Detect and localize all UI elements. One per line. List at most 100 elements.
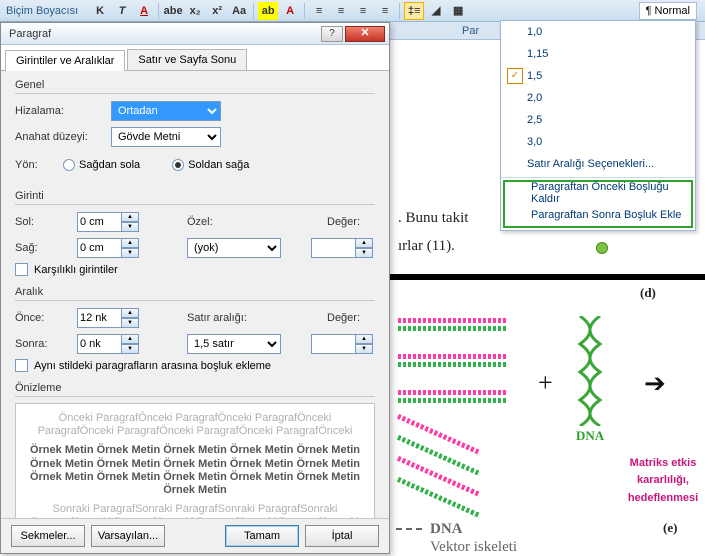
legend-preview: Önizleme [15,382,65,396]
doc-text-line1: . Bunu takit [398,210,468,227]
spacing-2-5[interactable]: 2,5 [501,109,695,131]
underline-button[interactable]: A [134,2,154,20]
align-right-button[interactable]: ≡ [353,2,373,20]
highlight-button[interactable]: ab [258,2,278,20]
dialog-title: Paragraf [9,28,51,40]
stripe [398,362,506,367]
indent-right-spin[interactable]: ▲▼ [77,238,141,258]
spacing-3-0[interactable]: 3,0 [501,131,695,153]
group-spacing: Aralık Önce: ▲▼ Satır aralığı: Değer: So… [15,286,375,372]
ok-button[interactable]: Tamam [225,525,299,547]
dir-label: Yön: [15,159,55,171]
dialog-titlebar[interactable]: Paragraf ? ✕ [1,23,389,45]
spacing-after-spin[interactable]: ▲▼ [77,334,141,354]
spacing-1-15[interactable]: 1,15 [501,43,695,65]
outline-label: Anahat düzeyi: [15,131,103,143]
dir-ltr-radio[interactable]: Soldan sağa [172,159,249,171]
group-general: Genel Hizalama: Ortadan Anahat düzeyi: G… [15,79,375,180]
spacing-before-label: Önce: [15,312,69,324]
dna-label: DNA [576,428,604,444]
indent-by-label: Değer: [327,216,375,228]
stripe [398,398,506,403]
cancel-button[interactable]: İptal [305,525,379,547]
stripe [398,318,506,323]
tab-breaks[interactable]: Satır ve Sayfa Sonu [127,49,247,70]
stripe [397,435,481,476]
case-button[interactable]: Aa [229,2,249,20]
legend-vector: Vektor iskeleti [430,539,517,556]
tab-indents[interactable]: Girintiler ve Aralıklar [5,50,125,71]
stripe [397,477,481,518]
subscript-button[interactable]: x₂ [185,2,205,20]
stripe [398,354,506,359]
borders-button[interactable]: ▦ [448,2,468,20]
indent-left-label: Sol: [15,216,69,228]
align-center-button[interactable]: ≡ [331,2,351,20]
legend-indent: Girinti [15,190,48,204]
dir-rtl-radio[interactable]: Sağdan sola [63,159,140,171]
style-normal[interactable]: ¶ Normal [639,2,697,20]
italic-button[interactable]: T [112,2,132,20]
stripe [397,456,481,497]
object-handle[interactable] [596,242,608,254]
align-left-button[interactable]: ≡ [309,2,329,20]
help-button[interactable]: ? [321,26,343,42]
dna-helix-icon [576,316,604,426]
indent-special-select[interactable]: (yok) [187,238,281,258]
legend-spacing: Aralık [15,286,47,300]
dialog-footer: Sekmeler... Varsayılan... Tamam İptal [1,518,389,553]
arrow-right-icon: ➔ [644,368,666,399]
spacing-1-0[interactable]: 1,0 [501,21,695,43]
remove-space-before[interactable]: Paragraftan Önceki Boşluğu Kaldır [505,182,691,204]
close-button[interactable]: ✕ [345,26,385,42]
bold-button[interactable]: K [90,2,110,20]
add-space-after[interactable]: Paragraftan Sonra Boşluk Ekle [505,204,691,226]
shading-button[interactable]: ◢ [426,2,446,20]
font-color-button[interactable]: A [280,2,300,20]
stripe [398,390,506,395]
outline-select[interactable]: Gövde Metni [111,127,221,147]
indent-left-spin[interactable]: ▲▼ [77,212,141,232]
align-select[interactable]: Ortadan [111,101,221,121]
spacing-before-spin[interactable]: ▲▼ [77,308,141,328]
indent-special-label: Özel: [187,216,261,228]
plus-icon: + [538,368,553,398]
group-preview: Önizleme Önceki ParagrafÖnceki ParagrafÖ… [15,382,375,518]
spacing-at-spin[interactable]: ▲▼ [311,334,375,354]
spacing-at-label: Değer: [327,312,375,324]
mirror-indent-check[interactable]: Karşılıklı girintiler [15,263,375,276]
legend-dna: DNA [430,521,463,538]
superscript-button[interactable]: x² [207,2,227,20]
align-justify-button[interactable]: ≡ [375,2,395,20]
default-button[interactable]: Varsayılan... [91,525,165,547]
legend-general: Genel [15,79,48,93]
group-indent: Girinti Sol: ▲▼ Özel: Değer: Sağ: ▲▼ (yo… [15,190,375,276]
spacing-after-label: Sonra: [15,338,69,350]
strike-button[interactable]: abe [163,2,183,20]
line-spacing-select[interactable]: 1,5 satır [187,334,281,354]
figure-label-e: (e) [663,520,677,536]
line-spacing-label: Satır aralığı: [187,312,261,324]
stripe [398,326,506,331]
indent-by-spin[interactable]: ▲▼ [311,238,375,258]
preview-box: Önceki ParagrafÖnceki ParagrafÖnceki Par… [15,403,375,518]
tabs-button[interactable]: Sekmeler... [11,525,85,547]
align-label: Hizalama: [15,105,103,117]
stripe [397,414,481,455]
thick-rule [390,274,705,280]
indent-right-label: Sağ: [15,242,69,254]
line-spacing-button[interactable]: ‡≡ [404,2,424,20]
doc-text-line2: ırlar (11). [398,238,455,255]
brush-label: Biçim Boyacısı [6,5,78,17]
spacing-options[interactable]: Satır Aralığı Seçenekleri... [501,153,695,175]
nospace-same-style-check[interactable]: Aynı stildeki paragrafların arasına boşl… [15,359,375,372]
matrix-text: Matriks etkis kararlılığı, hedeflenmesi [608,454,705,506]
dialog-tabs: Girintiler ve Aralıklar Satır ve Sayfa S… [1,45,389,71]
paragraph-dialog: Paragraf ? ✕ Girintiler ve Aralıklar Sat… [0,22,390,554]
line-spacing-menu: 1,0 1,15 1,5 2,0 2,5 3,0 Satır Aralığı S… [500,20,696,231]
ribbon-toolbar: Biçim Boyacısı K T A abe x₂ x² Aa ab A ≡… [0,0,705,22]
legend-dash [396,528,422,530]
spacing-2-0[interactable]: 2,0 [501,87,695,109]
spacing-1-5[interactable]: 1,5 [501,65,695,87]
figure-label-d: (d) [640,285,656,301]
